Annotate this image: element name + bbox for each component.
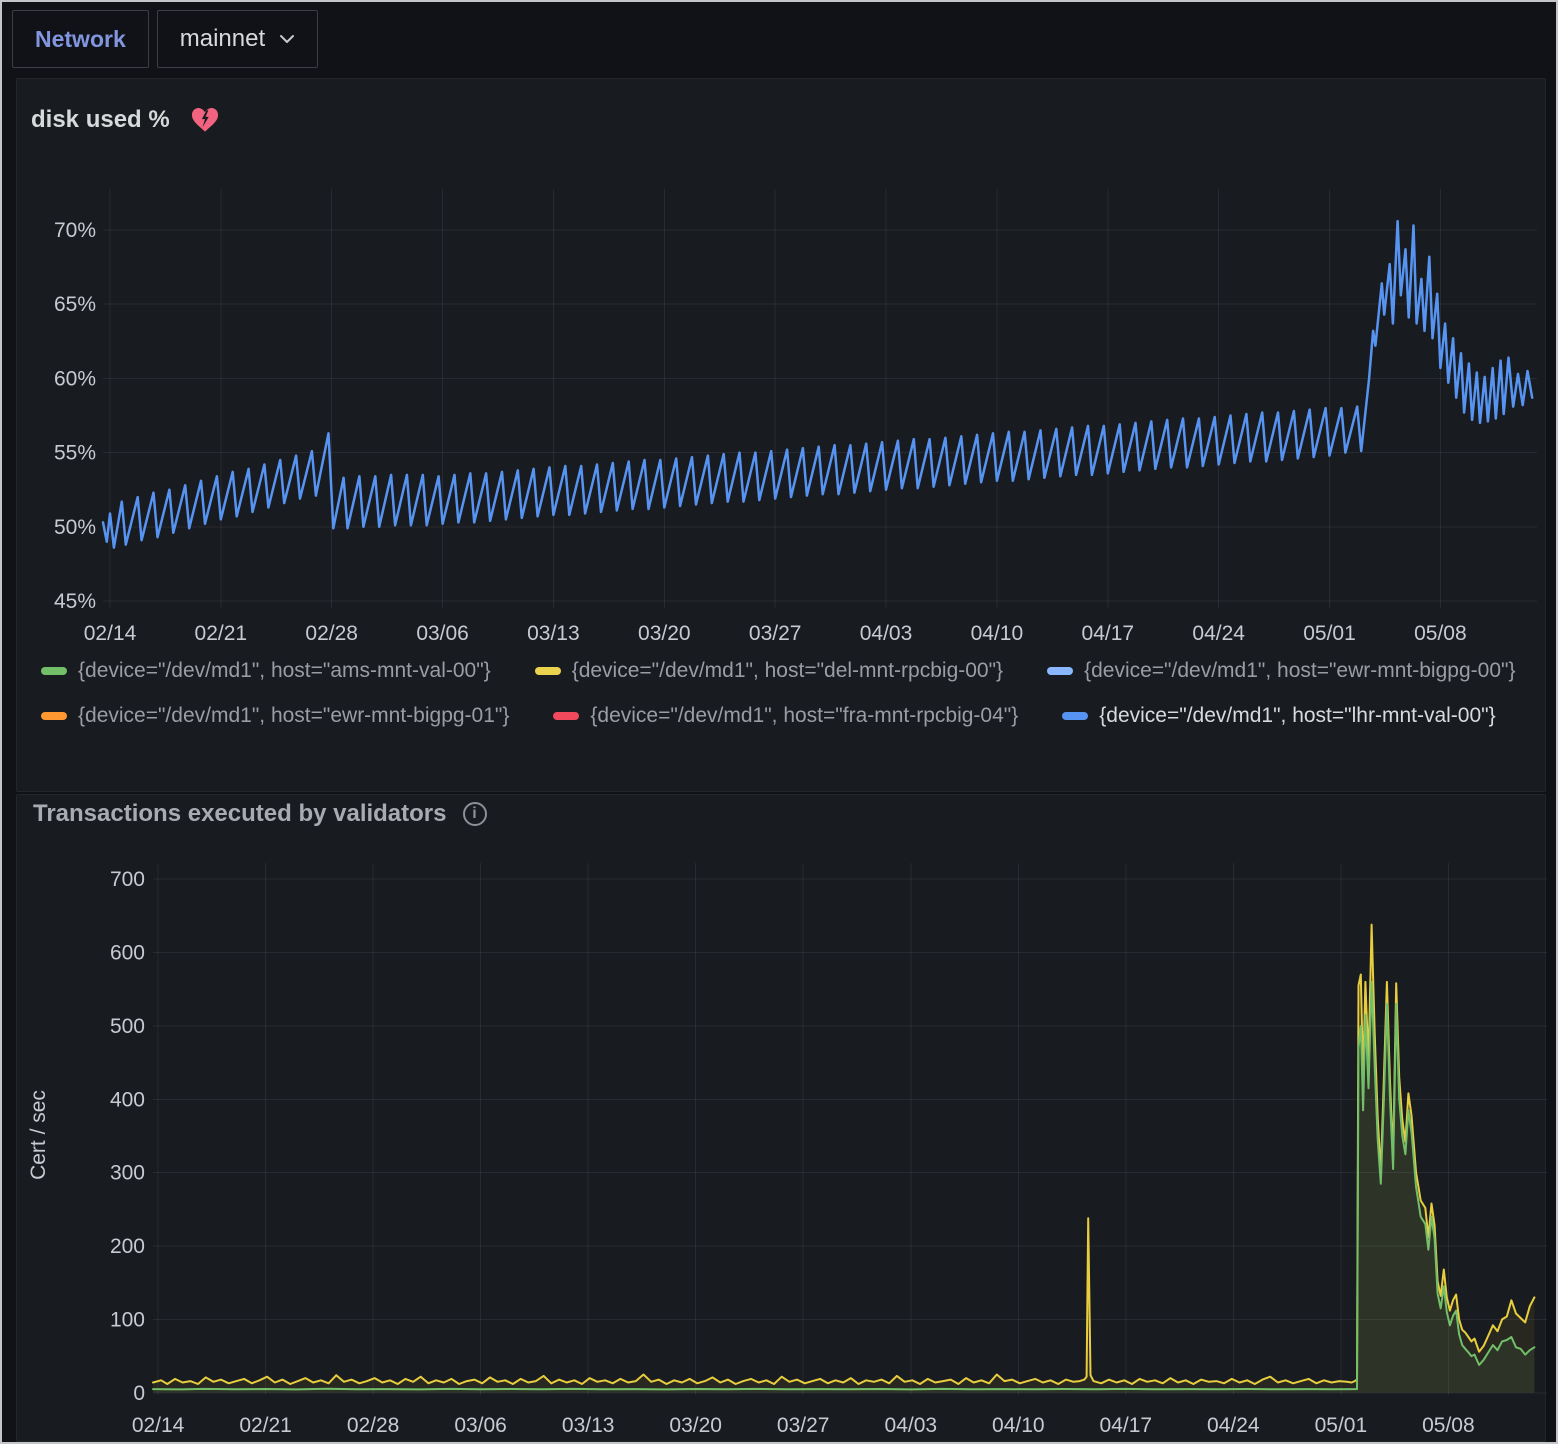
legend-series-swatch xyxy=(553,712,579,720)
legend-series-label: {device="/dev/md1", host="lhr-mnt-val-00… xyxy=(1099,702,1495,730)
disk-used-legend: {device="/dev/md1", host="ams-mnt-val-00… xyxy=(41,657,1533,730)
disk-used-chart[interactable]: 02/14 02/21 02/28 03/06 03/13 03/20 03/27 04/03… xyxy=(17,153,1547,659)
svg-text:02/28: 02/28 xyxy=(305,622,358,645)
legend-item[interactable]: {device="/dev/md1", host="ams-mnt-val-00… xyxy=(41,657,491,685)
legend-item[interactable]: {device="/dev/md1", host="fra-mnt-rpcbig… xyxy=(553,702,1018,730)
legend-series-swatch xyxy=(41,667,67,675)
variable-value: mainnet xyxy=(180,25,265,53)
legend-series-swatch xyxy=(41,712,67,720)
svg-text:04/10: 04/10 xyxy=(971,622,1024,645)
svg-text:03/13: 03/13 xyxy=(562,1414,615,1437)
svg-text:04/10: 04/10 xyxy=(992,1414,1045,1437)
svg-text:100: 100 xyxy=(110,1308,145,1331)
panel-disk-used: disk used % 02/14 02/21 02/28 03/06 03/13 03/… xyxy=(16,78,1546,792)
legend-series-swatch xyxy=(1062,712,1088,720)
svg-text:03/13: 03/13 xyxy=(527,622,580,645)
legend-series-label: {device="/dev/md1", host="ewr-mnt-bigpg-… xyxy=(78,702,509,730)
svg-text:02/14: 02/14 xyxy=(84,622,137,645)
svg-text:03/06: 03/06 xyxy=(416,622,469,645)
svg-text:Cert / sec: Cert / sec xyxy=(27,1090,50,1180)
variable-label-box[interactable]: Network xyxy=(12,10,149,68)
info-icon[interactable]: i xyxy=(463,802,487,826)
panel-title[interactable]: disk used % xyxy=(31,106,170,134)
panel-header: disk used % xyxy=(31,106,220,134)
svg-text:03/06: 03/06 xyxy=(454,1414,507,1437)
svg-text:04/17: 04/17 xyxy=(1100,1414,1153,1437)
legend-series-label: {device="/dev/md1", host="fra-mnt-rpcbig… xyxy=(590,702,1018,730)
svg-text:50%: 50% xyxy=(54,516,96,539)
legend-series-label: {device="/dev/md1", host="ams-mnt-val-00… xyxy=(78,657,491,685)
legend-item[interactable]: {device="/dev/md1", host="lhr-mnt-val-00… xyxy=(1062,702,1495,730)
svg-text:05/08: 05/08 xyxy=(1414,622,1467,645)
svg-text:70%: 70% xyxy=(54,219,96,242)
svg-text:05/08: 05/08 xyxy=(1422,1414,1475,1437)
svg-text:04/17: 04/17 xyxy=(1082,622,1135,645)
legend-item[interactable]: {device="/dev/md1", host="del-mnt-rpcbig… xyxy=(535,657,1003,685)
alert-broken-heart-icon xyxy=(190,106,220,134)
svg-text:04/24: 04/24 xyxy=(1192,622,1245,645)
legend-series-swatch xyxy=(1047,667,1073,675)
svg-text:500: 500 xyxy=(110,1015,145,1038)
svg-text:0: 0 xyxy=(133,1382,145,1405)
svg-text:300: 300 xyxy=(110,1162,145,1185)
legend-series-label: {device="/dev/md1", host="del-mnt-rpcbig… xyxy=(572,657,1003,685)
svg-text:03/27: 03/27 xyxy=(777,1414,830,1437)
svg-text:200: 200 xyxy=(110,1235,145,1258)
svg-text:04/24: 04/24 xyxy=(1207,1414,1260,1437)
svg-text:02/14: 02/14 xyxy=(132,1414,185,1437)
svg-text:600: 600 xyxy=(110,942,145,965)
legend-series-label: {device="/dev/md1", host="ewr-mnt-bigpg-… xyxy=(1084,657,1515,685)
svg-text:05/01: 05/01 xyxy=(1315,1414,1368,1437)
legend-item[interactable]: {device="/dev/md1", host="ewr-mnt-bigpg-… xyxy=(1047,657,1515,685)
svg-text:02/21: 02/21 xyxy=(239,1414,292,1437)
legend-series-swatch xyxy=(535,667,561,675)
dashboard-toolbar: Network mainnet xyxy=(12,10,318,68)
svg-text:55%: 55% xyxy=(54,442,96,465)
legend-item[interactable]: {device="/dev/md1", host="ewr-mnt-bigpg-… xyxy=(41,702,509,730)
variable-label: Network xyxy=(35,26,126,53)
svg-text:60%: 60% xyxy=(54,367,96,390)
transactions-chart[interactable]: 02/14 02/21 02/28 03/06 03/13 03/20 03/27 04/03… xyxy=(17,843,1547,1443)
svg-text:03/27: 03/27 xyxy=(749,622,802,645)
svg-text:03/20: 03/20 xyxy=(669,1414,722,1437)
svg-text:400: 400 xyxy=(110,1088,145,1111)
variable-value-dropdown[interactable]: mainnet xyxy=(157,10,318,68)
chevron-down-icon xyxy=(279,34,295,44)
svg-text:700: 700 xyxy=(110,868,145,891)
grafana-dashboard: { "toolbar": { "variable_label": "Networ… xyxy=(0,0,1558,1444)
svg-text:05/01: 05/01 xyxy=(1303,622,1356,645)
svg-text:02/28: 02/28 xyxy=(347,1414,400,1437)
svg-text:45%: 45% xyxy=(54,590,96,613)
svg-text:03/20: 03/20 xyxy=(638,622,691,645)
panel-title[interactable]: Transactions executed by validators xyxy=(33,800,447,828)
svg-text:65%: 65% xyxy=(54,293,96,316)
svg-text:04/03: 04/03 xyxy=(885,1414,938,1437)
svg-text:02/21: 02/21 xyxy=(195,622,248,645)
svg-text:04/03: 04/03 xyxy=(860,622,913,645)
panel-header: Transactions executed by validators i xyxy=(33,800,487,828)
panel-transactions: Transactions executed by validators i 02… xyxy=(16,794,1546,1442)
